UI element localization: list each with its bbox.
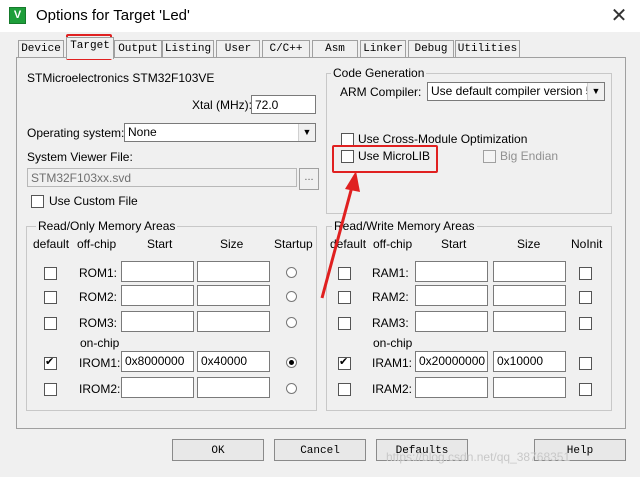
rom-row-default-checkbox[interactable] — [44, 355, 57, 370]
rom-row-name: ROM3: — [79, 316, 118, 330]
tab-device[interactable]: Device — [18, 40, 64, 58]
ram-header-offchip: off-chip — [373, 237, 413, 251]
watermark: https://blog.csdn.net/qq_38768351 — [386, 450, 571, 464]
svd-label: System Viewer File: — [27, 150, 133, 164]
rom-row-startup-radio[interactable] — [286, 291, 297, 302]
rom-header-offchip: off-chip — [77, 237, 117, 251]
ram-header-noinit: NoInit — [571, 237, 603, 251]
svd-input[interactable]: STM32F103xx.svd — [27, 168, 297, 187]
annotation-arrow-shaft — [320, 182, 355, 299]
tab-user[interactable]: User — [216, 40, 260, 58]
compiler-select-value: Use default compiler version 5 — [431, 84, 593, 98]
ram-header-size: Size — [517, 237, 541, 251]
tab-linker[interactable]: Linker — [360, 40, 406, 58]
ram-row-size-input[interactable] — [493, 311, 566, 332]
rom-row-size-input[interactable] — [197, 377, 270, 398]
tab-listing[interactable]: Listing — [162, 40, 214, 58]
os-select-value: None — [128, 125, 157, 139]
annotation-arrow — [320, 171, 360, 299]
ram-row-start-input[interactable] — [415, 285, 488, 306]
rom-onchip-label: on-chip — [80, 336, 120, 350]
ram-header-start: Start — [441, 237, 467, 251]
ram-row-name: RAM1: — [372, 266, 409, 280]
ram-row-start-input[interactable] — [415, 311, 488, 332]
tab-target[interactable]: Target — [66, 37, 114, 59]
device-name: STMicroelectronics STM32F103VE — [27, 71, 215, 85]
ram-row-name: RAM3: — [372, 316, 409, 330]
ram-onchip-label: on-chip — [373, 336, 413, 350]
custom-file-label: Use Custom File — [49, 194, 138, 208]
compiler-select[interactable]: Use default compiler version 5 ▼ — [427, 82, 605, 101]
rom-row-startup-radio[interactable] — [286, 267, 297, 278]
ram-row-name: IRAM1: — [372, 356, 413, 370]
compiler-label: ARM Compiler: — [340, 85, 422, 99]
tab-output[interactable]: Output — [114, 40, 162, 58]
ram-row-size-input[interactable] — [493, 377, 566, 398]
ram-row-size-input[interactable] — [493, 285, 566, 306]
big-endian-checkbox[interactable] — [483, 150, 496, 163]
ram-row-default-checkbox[interactable] — [338, 355, 351, 370]
ram-row-name: RAM2: — [372, 290, 409, 304]
ram-row-start-input[interactable] — [415, 261, 488, 282]
rom-row-name: IROM1: — [79, 356, 121, 370]
rom-row-startup-radio[interactable] — [286, 317, 297, 328]
rom-row-start-input[interactable] — [121, 311, 194, 332]
tab-c-c-[interactable]: C/C++ — [262, 40, 310, 58]
ram-row-start-input[interactable]: 0x20000000 — [415, 351, 488, 372]
rom-row-size-input[interactable]: 0x40000 — [197, 351, 270, 372]
rom-row-name: ROM1: — [79, 266, 118, 280]
ram-row-noinit-checkbox[interactable] — [579, 267, 592, 280]
rom-header-default: default — [33, 237, 70, 251]
ram-row-default-checkbox[interactable] — [338, 383, 351, 396]
rom-row-default-checkbox[interactable] — [44, 317, 57, 330]
xtal-input[interactable]: 72.0 — [251, 95, 316, 114]
chevron-down-icon: ▼ — [587, 83, 604, 100]
tab-utilities[interactable]: Utilities — [455, 40, 520, 58]
big-endian-label: Big Endian — [500, 149, 559, 163]
rom-row-default-checkbox[interactable] — [44, 383, 57, 396]
rom-row-start-input[interactable]: 0x8000000 — [121, 351, 194, 372]
rom-row-default-checkbox[interactable] — [44, 291, 57, 304]
rom-row-start-input[interactable] — [121, 285, 194, 306]
rom-row-default-checkbox[interactable] — [44, 267, 57, 280]
tab-debug[interactable]: Debug — [408, 40, 454, 58]
ram-row-start-input[interactable] — [415, 377, 488, 398]
rom-row-startup-radio[interactable] — [286, 357, 297, 368]
rom-row-size-input[interactable] — [197, 261, 270, 282]
cancel-button[interactable]: Cancel — [274, 439, 366, 461]
rom-group-title: Read/Only Memory Areas — [36, 219, 178, 233]
window-title: Options for Target 'Led' — [36, 7, 190, 24]
ram-row-size-input[interactable]: 0x10000 — [493, 351, 566, 372]
rom-header-start: Start — [147, 237, 173, 251]
rom-header-size: Size — [220, 237, 244, 251]
ram-row-noinit-checkbox[interactable] — [579, 357, 592, 370]
ram-row-size-input[interactable] — [493, 261, 566, 282]
rom-row-size-input[interactable] — [197, 311, 270, 332]
custom-file-checkbox[interactable] — [31, 195, 44, 208]
close-icon[interactable]: ✕ — [606, 4, 632, 28]
rom-row-size-input[interactable] — [197, 285, 270, 306]
ram-row-noinit-checkbox[interactable] — [579, 383, 592, 396]
tab-asm[interactable]: Asm — [312, 40, 358, 58]
rom-row-name: ROM2: — [79, 290, 118, 304]
chevron-down-icon: ▼ — [298, 124, 315, 141]
code-generation-title: Code Generation — [331, 66, 427, 80]
ram-row-name: IRAM2: — [372, 382, 413, 396]
annotation-arrow-head — [345, 171, 360, 192]
ok-button[interactable]: OK — [172, 439, 264, 461]
rom-row-start-input[interactable] — [121, 261, 194, 282]
ram-row-noinit-checkbox[interactable] — [579, 317, 592, 330]
keil-uvision-icon: V — [9, 7, 26, 24]
rom-header-startup: Startup — [274, 237, 313, 251]
rom-row-startup-radio[interactable] — [286, 383, 297, 394]
os-label: Operating system: — [27, 126, 125, 140]
ram-row-noinit-checkbox[interactable] — [579, 291, 592, 304]
rom-row-start-input[interactable] — [121, 377, 194, 398]
rom-row-name: IROM2: — [79, 382, 121, 396]
xtal-label: Xtal (MHz): — [192, 98, 252, 112]
ram-row-default-checkbox[interactable] — [338, 317, 351, 330]
cross-module-label: Use Cross-Module Optimization — [358, 132, 528, 146]
os-select[interactable]: None ▼ — [124, 123, 316, 142]
